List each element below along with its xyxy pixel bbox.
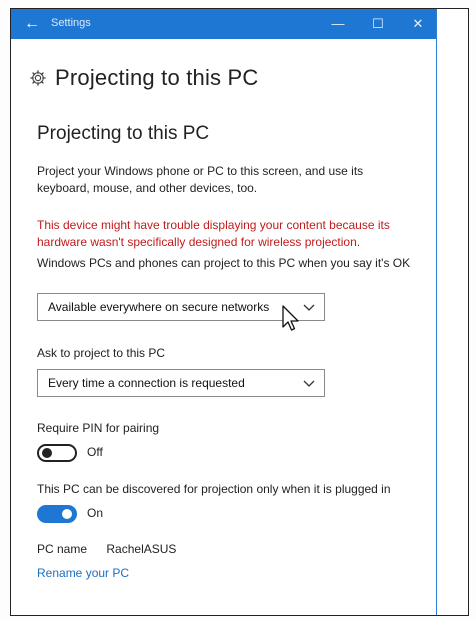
pin-toggle[interactable] (37, 444, 77, 462)
ask-selected: Every time a connection is requested (48, 376, 245, 390)
chevron-down-icon (303, 380, 315, 387)
mouse-cursor-icon (282, 305, 299, 331)
pc-name-label: PC name (37, 542, 88, 556)
availability-selected: Available everywhere on secure networks (48, 300, 270, 314)
toggle-knob (42, 448, 52, 458)
ask-label: Ask to project to this PC (37, 346, 166, 360)
title-bar: ← Settings — ☐ ✕ (11, 9, 436, 39)
pc-name-value: RachelASUS (106, 542, 177, 556)
maximize-button[interactable]: ☐ (367, 15, 389, 33)
pin-toggle-state: Off (87, 445, 103, 459)
toggle-knob (62, 509, 72, 519)
plugged-toggle[interactable] (37, 505, 77, 523)
hardware-warning: This device might have trouble displayin… (37, 218, 390, 249)
pin-label: Require PIN for pairing (37, 421, 160, 435)
plugged-toggle-state: On (87, 506, 104, 520)
close-button[interactable]: ✕ (407, 15, 429, 33)
availability-label: Windows PCs and phones can project to th… (37, 256, 411, 270)
settings-content: Projecting to this PC Projecting to this… (30, 39, 416, 615)
page-title: Projecting to this PC (55, 65, 259, 90)
plugged-label: This PC can be discovered for projection… (37, 482, 391, 496)
ask-dropdown[interactable]: Every time a connection is requested (37, 369, 325, 397)
minimize-button[interactable]: — (327, 15, 349, 33)
section-title: Projecting to this PC (37, 123, 210, 144)
chevron-down-icon (303, 304, 315, 311)
window-title: Settings (51, 17, 91, 29)
rename-pc-link[interactable]: Rename your PC (37, 566, 129, 580)
settings-window: ← Settings — ☐ ✕ Projecting to this PC P… (11, 9, 437, 615)
back-arrow-icon[interactable]: ← (21, 14, 43, 34)
page-header: Projecting to this PC (29, 65, 259, 91)
section-description: Project your Windows phone or PC to this… (37, 164, 364, 195)
pc-name-row: PC name RachelASUS (37, 542, 176, 556)
gear-icon (30, 70, 46, 86)
